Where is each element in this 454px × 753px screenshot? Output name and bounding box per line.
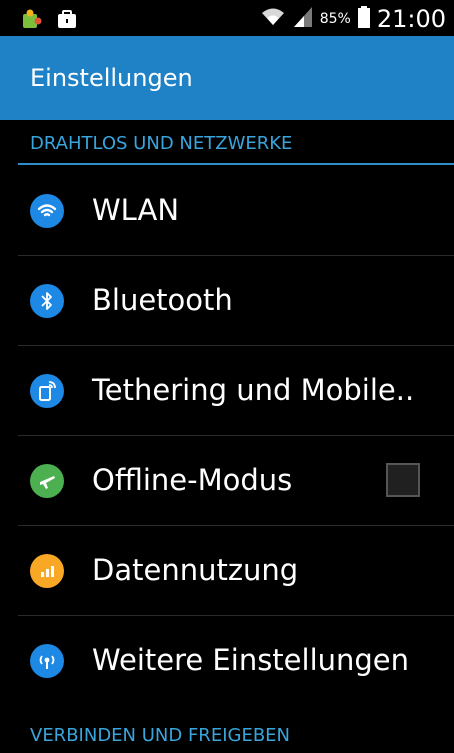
bluetooth-icon xyxy=(30,284,64,318)
battery-icon xyxy=(357,5,371,33)
list-item-offline-mode[interactable]: Offline-Modus xyxy=(0,436,454,526)
list-item-tethering[interactable]: Tethering und Mobile.. xyxy=(0,346,454,436)
list-item-label: Offline-Modus xyxy=(92,463,293,497)
signal-icon xyxy=(292,5,314,33)
offline-mode-checkbox[interactable] xyxy=(386,463,420,497)
airplane-icon xyxy=(30,464,64,498)
status-right: 85% 21:00 xyxy=(260,5,446,33)
section-header-wireless: DRAHTLOS UND NETZWERKE xyxy=(30,133,293,154)
wifi-status-icon xyxy=(260,5,286,33)
wifi-icon xyxy=(30,194,64,228)
status-bar: 85% 21:00 xyxy=(0,0,454,36)
app-bar: Einstellungen xyxy=(0,36,454,120)
list-item-label: Weitere Einstellungen xyxy=(92,643,410,677)
more-networks-icon xyxy=(30,644,64,678)
briefcase-icon xyxy=(56,8,78,34)
status-left xyxy=(20,8,78,34)
puzzle-icon xyxy=(20,8,42,34)
page-title: Einstellungen xyxy=(30,64,193,92)
clock: 21:00 xyxy=(376,5,446,33)
section-header-connect-share: VERBINDEN UND FREIGEBEN xyxy=(30,725,291,746)
list-item-label: Tethering und Mobile.. xyxy=(92,373,415,407)
list-item-label: Bluetooth xyxy=(92,283,233,317)
list-item-more-settings[interactable]: Weitere Einstellungen xyxy=(0,616,454,706)
list-item-data-usage[interactable]: Datennutzung xyxy=(0,526,454,616)
list-item-label: Datennutzung xyxy=(92,553,299,587)
list-item-bluetooth[interactable]: Bluetooth xyxy=(0,256,454,346)
list-item-label: WLAN xyxy=(92,193,180,227)
list-item-wlan[interactable]: WLAN xyxy=(0,166,454,256)
tethering-icon xyxy=(30,374,64,408)
battery-percent: 85% xyxy=(319,11,351,27)
section-divider xyxy=(18,163,454,165)
data-usage-icon xyxy=(30,554,64,588)
